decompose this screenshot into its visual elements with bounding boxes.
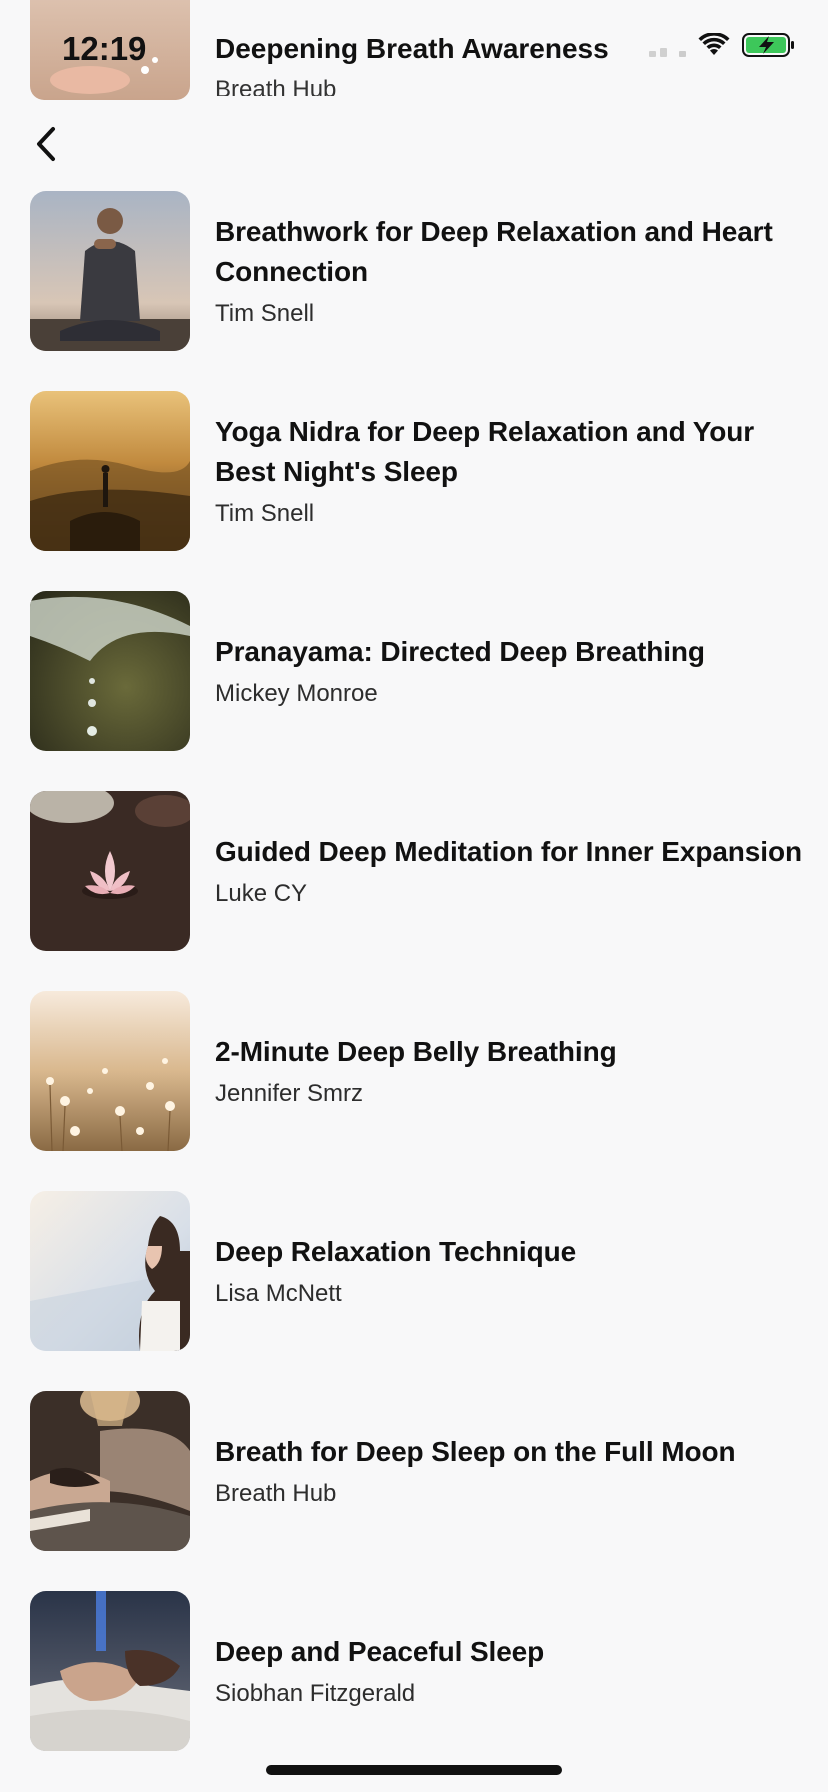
- item-title: Deep Relaxation Technique: [215, 1236, 577, 1267]
- chevron-left-icon: [37, 127, 55, 161]
- list-item[interactable]: 2-Minute Deep Belly Breathing Jennifer S…: [30, 991, 806, 1191]
- item-author: Breath Hub: [215, 1480, 337, 1507]
- home-indicator[interactable]: [266, 1765, 562, 1775]
- item-title: Breathwork for Deep Relaxation and Heart…: [215, 216, 773, 287]
- item-title: Pranayama: Directed Deep Breathing: [215, 636, 705, 667]
- thumbnail-image: [30, 1391, 190, 1551]
- item-title: Breath for Deep Sleep on the Full Moon: [215, 1436, 736, 1467]
- item-author: Mickey Monroe: [215, 680, 378, 707]
- thumbnail-image: [30, 1191, 190, 1351]
- session-list: Breathwork for Deep Relaxation and Heart…: [30, 191, 806, 1791]
- battery-charging-icon: [742, 32, 796, 58]
- status-time: 12:19: [62, 30, 147, 67]
- wifi-icon: [698, 33, 730, 57]
- item-title: Yoga Nidra for Deep Relaxation and Your …: [215, 416, 755, 487]
- thumbnail-image: [30, 591, 190, 751]
- list-item[interactable]: Yoga Nidra for Deep Relaxation and Your …: [30, 391, 806, 591]
- status-icons: [649, 32, 796, 58]
- item-author: Lisa McNett: [215, 1280, 342, 1307]
- thumbnail-image: [30, 391, 190, 551]
- item-title: Deep and Peaceful Sleep: [215, 1636, 545, 1667]
- thumbnail-image: [30, 191, 190, 351]
- item-title: 2-Minute Deep Belly Breathing: [215, 1036, 617, 1067]
- item-author: Jennifer Smrz: [215, 1080, 364, 1107]
- list-item[interactable]: Deep and Peaceful Sleep Siobhan Fitzgera…: [30, 1591, 806, 1791]
- list-item[interactable]: Deep Relaxation Technique Lisa McNett: [30, 1191, 806, 1391]
- item-author: Tim Snell: [215, 300, 315, 327]
- back-button[interactable]: [28, 122, 64, 166]
- item-author: Siobhan Fitzgerald: [215, 1680, 416, 1707]
- item-author: Tim Snell: [215, 500, 315, 527]
- thumbnail-image: [30, 991, 190, 1151]
- item-author: Luke CY: [215, 880, 308, 907]
- thumbnail-image: [30, 1591, 190, 1751]
- list-item[interactable]: Breathwork for Deep Relaxation and Heart…: [30, 191, 806, 391]
- list-item[interactable]: Guided Deep Meditation for Inner Expansi…: [30, 791, 806, 991]
- list-item[interactable]: Breath for Deep Sleep on the Full Moon B…: [30, 1391, 806, 1591]
- cellular-signal-icon: [649, 33, 686, 57]
- status-bar: 12:19: [0, 0, 828, 100]
- thumbnail-image: [30, 791, 190, 951]
- list-item[interactable]: Pranayama: Directed Deep Breathing Micke…: [30, 591, 806, 791]
- item-title: Guided Deep Meditation for Inner Expansi…: [215, 836, 802, 867]
